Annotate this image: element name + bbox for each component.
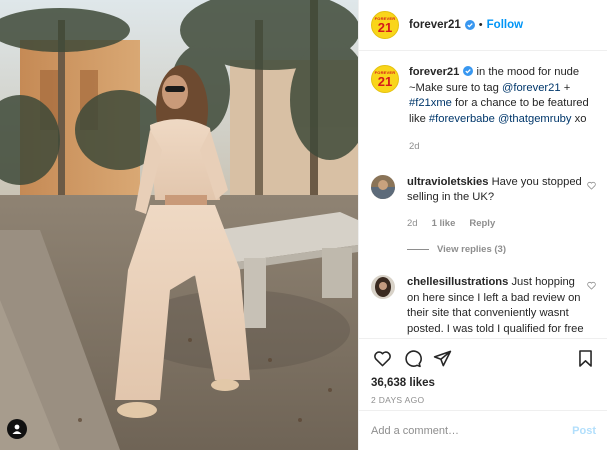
instagram-post: FOREVER 21 forever21 • Follow FOREVER 21… xyxy=(0,0,607,450)
follow-button[interactable]: Follow xyxy=(487,19,523,31)
post-header: FOREVER 21 forever21 • Follow xyxy=(359,0,607,51)
comment-text: chellesillustrations Just hopping on her… xyxy=(407,275,587,338)
account-avatar[interactable]: FOREVER 21 xyxy=(371,11,399,39)
like-button[interactable] xyxy=(371,347,393,369)
save-button[interactable] xyxy=(574,347,596,369)
avatar-logo-big-text: 21 xyxy=(377,19,393,35)
caption-username[interactable]: forever21 xyxy=(409,66,459,78)
caption-avatar[interactable]: FOREVER 21 xyxy=(371,65,399,93)
person-icon xyxy=(12,424,22,434)
commenter-avatar[interactable] xyxy=(371,275,395,299)
heart-icon xyxy=(373,350,391,366)
bookmark-icon xyxy=(578,349,592,367)
comment-meta: 2d 1 like Reply xyxy=(407,216,587,232)
post-actions-section: 36,638 likes 2 DAYS AGO xyxy=(359,338,607,405)
commenter-avatar[interactable] xyxy=(371,174,395,199)
comment-item: ultravioletskies Have you stopped sellin… xyxy=(371,174,596,232)
reply-button[interactable]: Reply xyxy=(469,216,495,232)
comment-username[interactable]: ultravioletskies xyxy=(407,176,488,188)
caption-time[interactable]: 2d xyxy=(409,139,596,155)
caption-mention-forever21[interactable]: @forever21 xyxy=(502,82,561,94)
avatar-logo-big-text: 21 xyxy=(377,73,393,89)
comment-item: chellesillustrations Just hopping on her… xyxy=(371,275,596,338)
add-comment-bar: Post xyxy=(359,410,607,450)
comment-text: ultravioletskies Have you stopped sellin… xyxy=(407,175,587,232)
paper-plane-icon xyxy=(433,350,451,366)
post-comment-button[interactable]: Post xyxy=(572,425,596,437)
tagged-users-button[interactable] xyxy=(7,419,27,439)
comment-like-heart-icon[interactable] xyxy=(587,181,596,190)
verified-badge-icon xyxy=(463,66,474,76)
caption: FOREVER 21 forever21 in the mood for nud… xyxy=(371,65,596,155)
comment-like-heart-icon[interactable] xyxy=(587,281,596,290)
caption-hashtag-f21xme[interactable]: #f21xme xyxy=(409,97,452,109)
comment-button[interactable] xyxy=(401,347,423,369)
likes-count[interactable]: 36,638 likes xyxy=(371,377,596,389)
separator-dot: • xyxy=(478,19,483,31)
post-image xyxy=(0,0,358,450)
view-replies-label: View replies (3) xyxy=(437,244,506,255)
comment-icon xyxy=(404,349,422,367)
comment-username[interactable]: chellesillustrations xyxy=(407,276,508,288)
header-username[interactable]: forever21 xyxy=(409,19,461,31)
caption-text: forever21 in the mood for nude ~Make sur… xyxy=(409,65,596,155)
view-replies-button[interactable]: View replies (3) xyxy=(407,244,596,255)
post-photo[interactable] xyxy=(0,0,358,450)
verified-badge-icon xyxy=(464,20,475,30)
action-bar xyxy=(371,347,596,369)
caption-mention-thatgemruby[interactable]: @thatgemruby xyxy=(498,113,572,125)
comment-likes[interactable]: 1 like xyxy=(432,216,456,232)
comment-time[interactable]: 2d xyxy=(407,216,418,232)
posted-time[interactable]: 2 DAYS AGO xyxy=(371,395,596,405)
share-button[interactable] xyxy=(431,347,453,369)
caption-hashtag-foreverbabe[interactable]: #foreverbabe xyxy=(429,113,495,125)
caption-text-part: xo xyxy=(571,112,587,125)
comments-list[interactable]: FOREVER 21 forever21 in the mood for nud… xyxy=(359,51,607,338)
caption-text-part: + xyxy=(560,81,571,94)
post-details-panel: FOREVER 21 forever21 • Follow FOREVER 21… xyxy=(358,0,607,450)
add-comment-input[interactable] xyxy=(371,424,573,437)
replies-divider-line xyxy=(407,249,429,250)
